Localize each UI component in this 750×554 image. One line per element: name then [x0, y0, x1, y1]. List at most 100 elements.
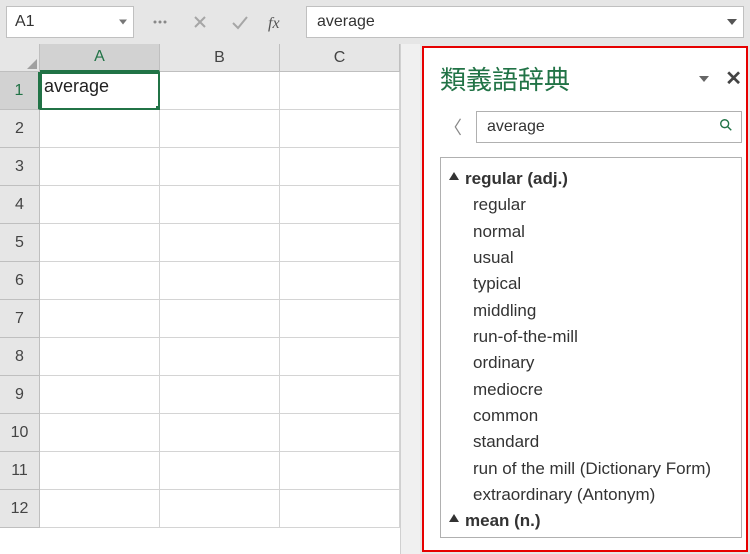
table-row: 3	[0, 148, 400, 186]
close-icon[interactable]: ✕	[725, 66, 742, 91]
row-header[interactable]: 9	[0, 376, 40, 414]
table-row: 2	[0, 110, 400, 148]
table-row: 12	[0, 490, 400, 528]
cell[interactable]: average	[40, 72, 160, 110]
thesaurus-pane: 類義語辞典 ✕ 〈 regular (adj.)regularnormalusu…	[422, 46, 748, 552]
thesaurus-group-heading[interactable]: mean (n.)	[449, 508, 733, 534]
cell[interactable]	[40, 224, 160, 262]
column-header[interactable]: B	[160, 44, 280, 72]
thesaurus-result-item[interactable]: run-of-the-mill	[449, 324, 733, 350]
cell[interactable]	[160, 376, 280, 414]
formula-input[interactable]: average	[306, 6, 744, 38]
thesaurus-result-item[interactable]: mediocre	[449, 377, 733, 403]
name-box[interactable]: A1	[6, 6, 134, 38]
chevron-down-icon[interactable]	[727, 19, 737, 25]
main-area: ABC 1average23456789101112 類義語辞典 ✕ 〈 reg…	[0, 44, 750, 554]
cell[interactable]	[280, 338, 400, 376]
thesaurus-result-item[interactable]: normal	[449, 219, 733, 245]
cell[interactable]	[280, 72, 400, 110]
cell[interactable]	[280, 148, 400, 186]
cell[interactable]	[40, 148, 160, 186]
cell[interactable]	[160, 72, 280, 110]
cell[interactable]	[280, 186, 400, 224]
thesaurus-result-item[interactable]: regular	[449, 192, 733, 218]
cell[interactable]	[40, 186, 160, 224]
row-header[interactable]: 11	[0, 452, 40, 490]
table-row: 11	[0, 452, 400, 490]
cell[interactable]	[160, 262, 280, 300]
cell[interactable]	[280, 452, 400, 490]
thesaurus-result-item[interactable]: middling	[449, 298, 733, 324]
row-header[interactable]: 6	[0, 262, 40, 300]
cell[interactable]	[160, 300, 280, 338]
cell[interactable]	[160, 490, 280, 528]
row-header[interactable]: 7	[0, 300, 40, 338]
row-header[interactable]: 12	[0, 490, 40, 528]
column-header[interactable]: A	[40, 44, 160, 72]
column-header[interactable]: C	[280, 44, 400, 72]
cell[interactable]	[40, 110, 160, 148]
table-row: 9	[0, 376, 400, 414]
cell[interactable]	[280, 414, 400, 452]
row-header[interactable]: 10	[0, 414, 40, 452]
row-header[interactable]: 1	[0, 72, 40, 110]
thesaurus-results[interactable]: regular (adj.)regularnormalusualtypicalm…	[440, 157, 742, 538]
cell[interactable]	[40, 338, 160, 376]
row-header[interactable]: 4	[0, 186, 40, 224]
table-row: 1average	[0, 72, 400, 110]
formula-input-value: average	[317, 13, 375, 31]
cell[interactable]	[160, 110, 280, 148]
cell[interactable]	[40, 490, 160, 528]
cell[interactable]	[40, 300, 160, 338]
cell[interactable]	[160, 186, 280, 224]
cell[interactable]	[280, 376, 400, 414]
row-header[interactable]: 5	[0, 224, 40, 262]
thesaurus-result-item[interactable]: run of the mill (Dictionary Form)	[449, 456, 733, 482]
cell[interactable]	[40, 452, 160, 490]
name-box-value: A1	[15, 13, 35, 31]
cancel-icon[interactable]	[180, 7, 220, 37]
svg-text:fx: fx	[268, 15, 280, 32]
search-icon[interactable]	[719, 118, 733, 137]
thesaurus-result-item[interactable]: common	[449, 403, 733, 429]
table-row: 6	[0, 262, 400, 300]
cell[interactable]	[280, 262, 400, 300]
thesaurus-group-heading[interactable]: regular (adj.)	[449, 166, 733, 192]
cell[interactable]	[40, 262, 160, 300]
cell[interactable]	[160, 414, 280, 452]
cell[interactable]	[160, 224, 280, 262]
thesaurus-result-item[interactable]: extraordinary (Antonym)	[449, 482, 733, 508]
cell[interactable]	[40, 376, 160, 414]
cell[interactable]	[280, 110, 400, 148]
chevron-down-icon[interactable]	[119, 20, 127, 25]
select-all-triangle[interactable]	[0, 44, 40, 72]
pane-options-icon[interactable]	[699, 76, 709, 82]
cell[interactable]	[280, 224, 400, 262]
thesaurus-search-box[interactable]	[476, 111, 742, 143]
scrollbar-vertical[interactable]	[400, 44, 420, 554]
table-row: 10	[0, 414, 400, 452]
row-header[interactable]: 8	[0, 338, 40, 376]
enter-icon[interactable]	[220, 7, 260, 37]
back-icon[interactable]: 〈	[440, 114, 466, 140]
thesaurus-result-item[interactable]: standard	[449, 429, 733, 455]
cell[interactable]	[160, 452, 280, 490]
cell[interactable]	[160, 338, 280, 376]
thesaurus-search-input[interactable]	[485, 117, 719, 137]
cell[interactable]	[160, 148, 280, 186]
cell[interactable]	[40, 414, 160, 452]
fx-icon[interactable]: fx	[260, 7, 300, 37]
row-header[interactable]: 2	[0, 110, 40, 148]
thesaurus-result-item[interactable]: typical	[449, 271, 733, 297]
more-button[interactable]	[140, 7, 180, 37]
thesaurus-result-item[interactable]: usual	[449, 245, 733, 271]
row-header[interactable]: 3	[0, 148, 40, 186]
table-row: 5	[0, 224, 400, 262]
column-header-row: ABC	[0, 44, 400, 72]
cell[interactable]	[280, 300, 400, 338]
cell[interactable]	[280, 490, 400, 528]
formula-bar: A1 fx average	[0, 0, 750, 44]
spreadsheet[interactable]: ABC 1average23456789101112	[0, 44, 400, 554]
thesaurus-result-item[interactable]: ordinary	[449, 350, 733, 376]
table-row: 7	[0, 300, 400, 338]
